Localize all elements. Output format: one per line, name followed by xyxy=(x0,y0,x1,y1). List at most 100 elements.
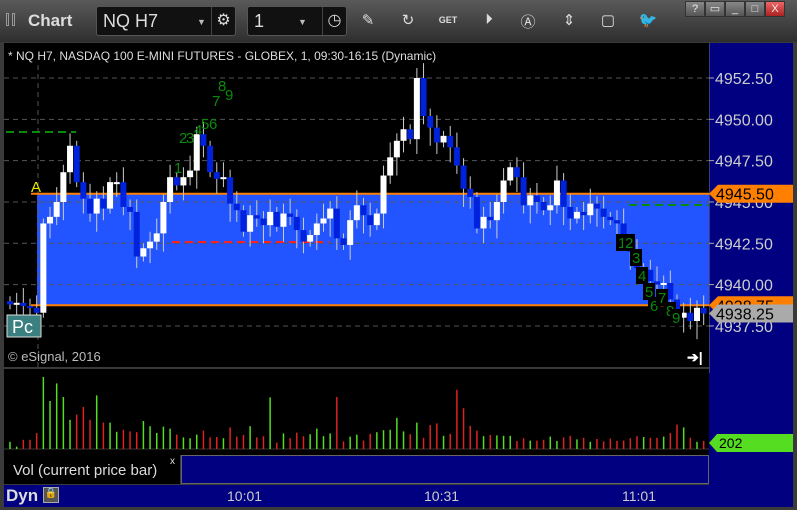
candle-body xyxy=(140,248,147,257)
help-button[interactable]: ? xyxy=(685,1,705,17)
candle-body xyxy=(420,78,427,117)
candle-body xyxy=(447,135,454,148)
candle-body xyxy=(460,165,467,189)
scroll-to-end-icon[interactable]: ➔| xyxy=(687,349,703,365)
chevron-down-icon[interactable]: ▼ xyxy=(298,17,307,27)
candle-body xyxy=(433,127,440,143)
candle-body xyxy=(247,215,254,232)
candle-body xyxy=(487,216,494,221)
setup-count: 6 xyxy=(209,116,217,133)
price-axis-svg[interactable]: 4952.504950.004947.504945.004942.504940.… xyxy=(708,43,793,373)
candle-body xyxy=(553,180,560,206)
candle-body xyxy=(473,197,480,229)
setup-count: 7 xyxy=(212,93,220,110)
link-icon[interactable]: ⇕ xyxy=(559,11,579,29)
candle-body xyxy=(327,208,334,219)
candle-body xyxy=(173,177,180,186)
lock-icon[interactable]: 🔒 xyxy=(43,487,59,503)
candle-body xyxy=(47,216,54,224)
candle-body xyxy=(233,203,240,211)
candle-body xyxy=(7,301,13,305)
candle-body xyxy=(333,208,340,239)
settings-icon[interactable]: ⚙ xyxy=(211,7,235,35)
candle-body xyxy=(220,177,227,180)
candle-body xyxy=(147,241,154,249)
axis-label: 4952.50 xyxy=(715,71,773,88)
candle-body xyxy=(313,223,320,236)
twitter-icon[interactable]: 🐦 xyxy=(638,11,658,29)
close-study-button[interactable]: x xyxy=(170,456,175,467)
candle-body xyxy=(467,188,474,198)
drag-grip-icon[interactable] xyxy=(12,13,15,26)
comment-icon[interactable]: ▢ xyxy=(598,11,618,29)
candle-body xyxy=(360,205,367,216)
candle-body xyxy=(520,177,527,206)
price-axis[interactable]: 4952.50 4950.00 4947.50 4945.00 4942.50 4940.… xyxy=(708,43,793,485)
candle-body xyxy=(133,211,140,257)
candle-body xyxy=(20,302,27,307)
maximize-button[interactable]: □ xyxy=(745,1,765,17)
clock-icon[interactable]: ◷ xyxy=(322,7,346,35)
candle-body xyxy=(353,205,360,221)
minimize-button[interactable]: _ xyxy=(725,1,745,17)
candle-body xyxy=(480,216,487,229)
candle-body xyxy=(400,129,407,141)
candle-body xyxy=(267,211,274,226)
candle-body xyxy=(687,312,694,321)
dynamic-mode-label[interactable]: Dyn xyxy=(6,486,38,506)
candle-body xyxy=(207,145,214,173)
candle-body xyxy=(587,203,594,216)
play-icon[interactable]: ⏵ xyxy=(479,11,499,28)
candle-body xyxy=(213,172,220,179)
candle-body xyxy=(533,195,540,202)
candle-body xyxy=(440,135,447,143)
copyright: © eSignal, 2016 xyxy=(8,349,101,364)
interval-input[interactable]: 1 xyxy=(254,11,264,32)
setup-count: 9 xyxy=(672,310,680,327)
setup-count: 9 xyxy=(225,87,233,104)
get-icon[interactable]: GET xyxy=(438,15,458,25)
candle-body xyxy=(540,201,547,211)
volume-study-label[interactable]: Vol (current price bar) xyxy=(4,455,180,484)
candle-body xyxy=(500,180,507,202)
candle-body xyxy=(153,233,160,242)
refresh-icon[interactable]: ↻ xyxy=(398,11,418,29)
symbol-input[interactable]: NQ H7 xyxy=(103,11,158,32)
candle-body xyxy=(120,182,127,207)
drag-grip-icon[interactable] xyxy=(6,13,9,26)
candle-body xyxy=(240,210,247,232)
chevron-down-icon[interactable]: ▼ xyxy=(197,17,206,27)
candle-body xyxy=(13,302,20,305)
setup-count: 1 xyxy=(174,160,182,177)
volume-panel[interactable] xyxy=(4,369,709,455)
candle-body xyxy=(67,145,74,173)
close-button[interactable]: X xyxy=(765,1,785,17)
price-chart[interactable]: * NQ H7, NASDAQ 100 E-MINI FUTURES - GLO… xyxy=(4,43,709,367)
candle-body xyxy=(40,223,47,313)
candle-body xyxy=(300,230,307,242)
pencil-icon[interactable]: ✎ xyxy=(358,11,378,29)
interval-combo[interactable]: 1 ▼ ◷ xyxy=(247,6,347,36)
candle-body xyxy=(387,157,394,176)
volume-plot xyxy=(4,377,709,450)
time-axis[interactable]: Dyn 🔒 10:01 10:31 11:01 xyxy=(4,485,793,507)
candle-body xyxy=(573,211,580,219)
candle-body xyxy=(593,203,600,209)
candle-body xyxy=(694,307,701,321)
candle-body xyxy=(160,201,167,234)
alert-icon[interactable]: Ⓐ xyxy=(518,11,538,32)
window-title: Chart xyxy=(28,11,73,30)
candle-body xyxy=(407,129,414,140)
candle-body xyxy=(73,145,80,183)
candle-body xyxy=(660,282,667,285)
candle-body xyxy=(60,172,67,202)
title-bar: Chart NQ H7 ▼ ⚙ 1 ▼ ◷ ✎ ↻ GET ⏵ Ⓐ ⇕ ▢ 🐦 … xyxy=(0,0,797,42)
candle-body xyxy=(667,282,674,300)
price-plot[interactable]: * NQ H7, NASDAQ 100 E-MINI FUTURES - GLO… xyxy=(4,43,709,367)
candle-body xyxy=(273,211,280,227)
symbol-combo[interactable]: NQ H7 ▼ ⚙ xyxy=(96,6,236,36)
last-price-tag-text: 4938.25 xyxy=(716,307,774,324)
link-window-button[interactable]: ▭ xyxy=(705,1,725,17)
candle-body xyxy=(607,216,614,221)
candle-body xyxy=(567,206,574,219)
